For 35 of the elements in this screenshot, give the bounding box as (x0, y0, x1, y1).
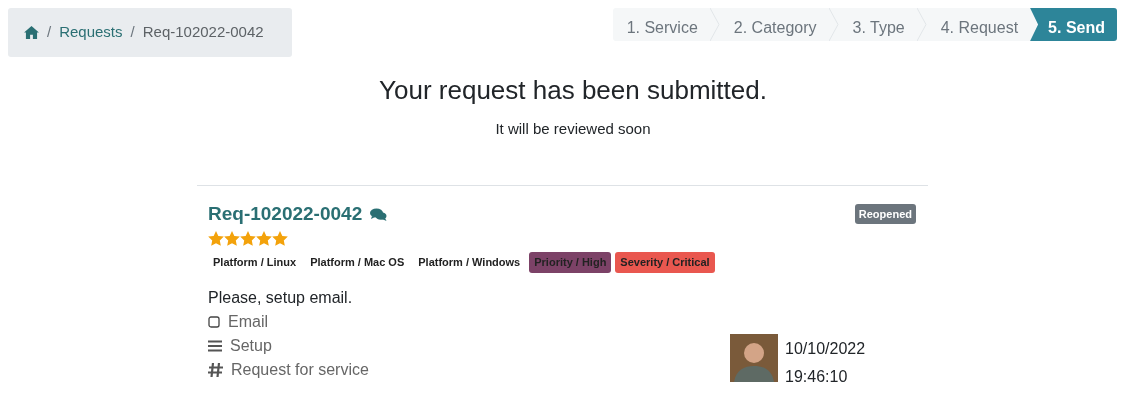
breadcrumb-separator: / (130, 22, 135, 43)
field-value: Request for service (231, 359, 369, 380)
chat-icon[interactable] (370, 208, 388, 221)
tag: Severity / Critical (615, 252, 715, 273)
step-tab[interactable]: 5. Send (1030, 8, 1117, 41)
status-badge: Reopened (854, 203, 916, 224)
description: Please, setup email. (208, 287, 354, 308)
step-tab[interactable]: 3. Type (838, 8, 917, 41)
subheading: It will be reviewed soon (494, 119, 652, 139)
breadcrumb-current: Req-102022-0042 (142, 22, 264, 43)
time-text: 19:46:10 (785, 366, 849, 387)
tag: Priority / High (529, 252, 612, 273)
field-value: Email (228, 311, 268, 332)
star-icon (240, 231, 256, 246)
list-icon (208, 339, 222, 352)
chevron-divider (916, 8, 927, 41)
square-icon (208, 315, 220, 328)
step-tab[interactable]: 2. Category (719, 8, 829, 41)
step-tab[interactable]: 1. Service (612, 8, 710, 41)
field-value: Setup (230, 335, 272, 356)
star-icon (272, 231, 288, 246)
step-tab[interactable]: 4. Request (926, 8, 1031, 41)
heading: Your request has been submitted. (378, 74, 768, 107)
star-icon (256, 231, 272, 246)
avatar (730, 333, 778, 382)
star-icon (208, 231, 224, 246)
home-icon[interactable] (24, 26, 39, 39)
request-title[interactable]: Req-102022-0042 (208, 199, 363, 228)
hash-icon (208, 362, 223, 377)
breadcrumb-link[interactable]: Requests (59, 21, 123, 44)
breadcrumb-separator: / (47, 22, 52, 43)
chevron-divider (709, 8, 720, 41)
star-icon (224, 231, 240, 246)
chevron-divider (828, 8, 839, 41)
date-text: 10/10/2022 (785, 338, 866, 359)
